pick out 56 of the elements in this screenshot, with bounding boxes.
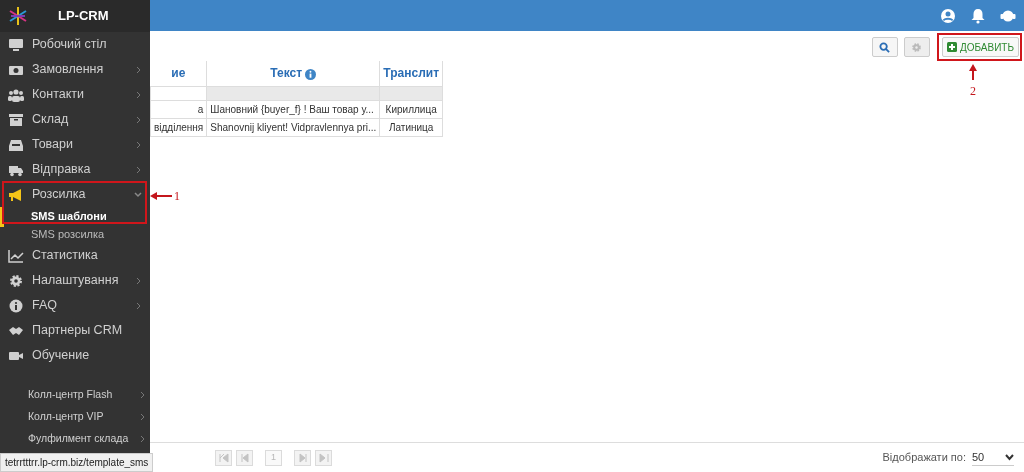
sidebar-item[interactable]: Партнеры CRM [0, 318, 150, 343]
user-icon[interactable] [940, 7, 956, 24]
skip-forward-icon [297, 452, 308, 463]
table-cell: Шановний {buyer_f} ! Ваш товар у... [206, 100, 380, 118]
sidebar-item[interactable]: FAQ [0, 293, 150, 318]
add-button[interactable]: ДОБАВИТЬ [941, 37, 1019, 57]
sidebar-item[interactable]: Колл-центр VIP [0, 406, 150, 428]
page-size-select[interactable]: 50 [972, 448, 1014, 467]
app-title: LP-CRM [58, 7, 109, 26]
logo-icon [8, 5, 28, 27]
annotation-arrow [968, 64, 977, 80]
sidebar-item[interactable]: Відправка [0, 157, 150, 182]
gear-icon [911, 41, 923, 53]
sidebar-item[interactable]: Розсилка [0, 182, 150, 207]
table-cell: Латиница [379, 118, 443, 136]
column-header[interactable]: Транслит [379, 61, 443, 86]
page-size-label: Відображати по: [882, 450, 966, 466]
sidebar-item[interactable]: Склад [0, 107, 150, 132]
sidebar-item[interactable]: Статистика [0, 243, 150, 268]
skip-back-icon [218, 452, 229, 463]
annotation-arrow [150, 192, 172, 200]
caret-icon [1005, 453, 1014, 461]
sidebar-item[interactable]: Робочий стіл [0, 32, 150, 57]
table-cell: Кириллица [379, 100, 443, 118]
sidebar-item[interactable]: Фулфилмент склада [0, 428, 150, 450]
sidebar-item[interactable]: Товари [0, 132, 150, 157]
sidebar-item[interactable]: Замовлення [0, 57, 150, 82]
submenu-item[interactable]: SMS шаблони [0, 207, 150, 225]
table-cell: а [150, 100, 207, 118]
line-chart-icon [8, 248, 24, 263]
plus-icon [946, 42, 957, 52]
search-button[interactable] [871, 37, 898, 57]
users-icon [8, 87, 24, 102]
url-tooltip: tetrrtttrr.lp-crm.biz/template_sms [0, 453, 154, 472]
gear-icon [8, 273, 24, 288]
tray-icon [8, 137, 24, 152]
annotation-number: 1 [174, 188, 180, 205]
monitor-icon [8, 37, 24, 52]
bell-icon[interactable] [970, 7, 986, 24]
skip-back-icon [239, 452, 250, 463]
info-icon [8, 298, 24, 313]
sidebar-item[interactable]: Колл-центр Flash [0, 384, 150, 406]
column-header[interactable]: Текст [206, 61, 380, 86]
skip-forward-icon [318, 452, 329, 463]
search-icon [879, 41, 891, 53]
annotation-number: 2 [969, 83, 976, 100]
table-cell: відділення [150, 118, 207, 136]
submenu-item[interactable]: SMS розсилка [0, 225, 150, 243]
archive-box-icon [8, 112, 24, 127]
info-icon[interactable] [305, 68, 317, 80]
column-header[interactable]: ие [150, 61, 207, 86]
megaphone-icon [8, 187, 24, 202]
sidebar-item[interactable]: Контакти [0, 82, 150, 107]
sidebar-item[interactable]: Обучение [0, 343, 150, 368]
table-cell: Shanovnij kliyent! Vidpravlennya pri... [206, 118, 380, 136]
sidebar-item[interactable]: Налаштування [0, 268, 150, 293]
